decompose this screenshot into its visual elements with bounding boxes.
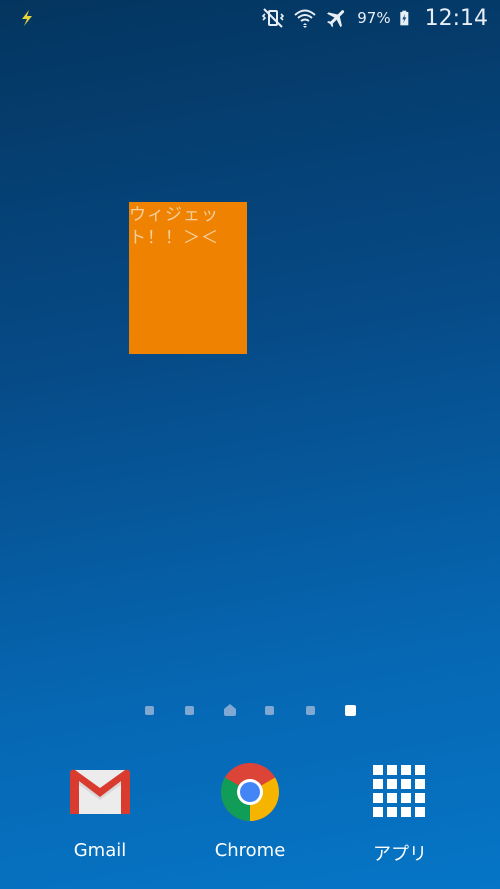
dock-app-gmail[interactable]: Gmail — [40, 760, 160, 870]
dock-app-label: Gmail — [73, 840, 127, 861]
home-screen: { "status_bar": { "battery_percent": "97… — [0, 0, 500, 889]
status-icons: 97% 12:14 — [261, 4, 488, 32]
apps-grid-icon — [373, 765, 425, 817]
charging-bolt-icon — [22, 10, 32, 26]
page-dot[interactable] — [306, 706, 315, 715]
page-indicator — [0, 702, 500, 720]
status-bar: 97% 12:14 — [0, 0, 500, 36]
vibrate-mute-icon — [262, 8, 285, 28]
gmail-icon — [70, 769, 130, 814]
chrome-icon — [221, 763, 279, 821]
page-dot[interactable] — [145, 706, 154, 715]
battery-percent: 97% — [357, 9, 391, 27]
home-page-icon[interactable] — [224, 704, 236, 716]
dock-app-label: アプリ — [373, 844, 427, 865]
text-widget[interactable]: ウィジェット！！＞＜ — [129, 202, 247, 354]
battery-charging-icon — [399, 10, 408, 26]
page-dot-active[interactable] — [345, 705, 356, 716]
widget-text: ウィジェット！！＞＜ — [129, 205, 219, 248]
airplane-mode-icon — [327, 10, 345, 28]
page-dot[interactable] — [185, 706, 194, 715]
page-dot[interactable] — [265, 706, 274, 715]
wifi-icon — [294, 9, 316, 28]
dock-app-apps[interactable]: アプリ — [340, 760, 460, 870]
dock-app-chrome[interactable]: Chrome — [190, 760, 310, 870]
dock-app-label: Chrome — [214, 840, 286, 861]
clock: 12:14 — [424, 5, 488, 31]
